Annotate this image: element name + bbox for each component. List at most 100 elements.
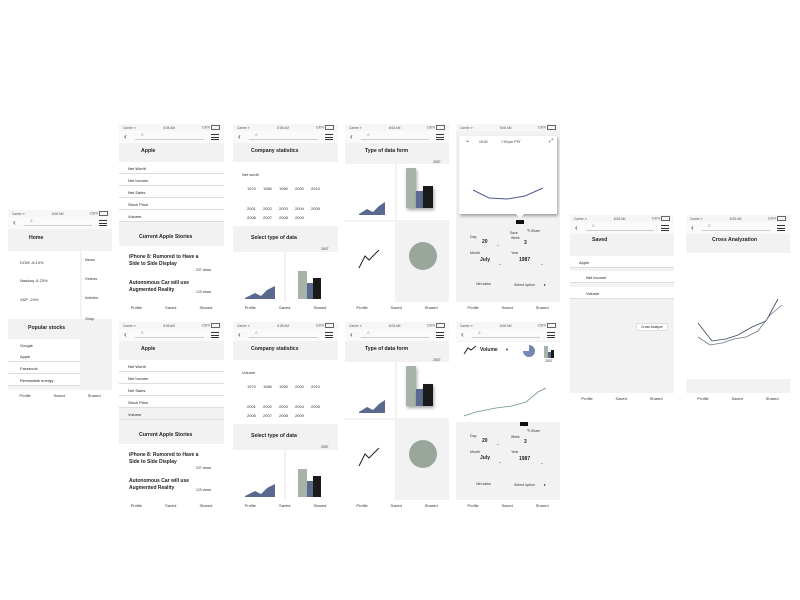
- tab-saved[interactable]: Saved: [279, 503, 290, 508]
- tab-profile[interactable]: Profile: [697, 396, 708, 401]
- tab-shared[interactable]: Shared: [200, 305, 213, 310]
- tab-shared[interactable]: Shared: [314, 305, 327, 310]
- link-shop[interactable]: Shop: [85, 316, 94, 321]
- tab-profile[interactable]: Profile: [581, 396, 592, 401]
- search-input[interactable]: [361, 135, 429, 140]
- story-headline[interactable]: Autonomous Car will use Augmented Realit…: [129, 478, 199, 492]
- back-icon[interactable]: ‹: [461, 331, 464, 339]
- tab-shared[interactable]: Shared: [314, 503, 327, 508]
- back-icon[interactable]: ‹: [350, 133, 353, 141]
- link-articles[interactable]: Articles: [85, 295, 98, 300]
- link-videos[interactable]: Videos: [85, 276, 97, 281]
- tab-saved[interactable]: Saved: [391, 305, 402, 310]
- tab-shared[interactable]: Shared: [425, 503, 438, 508]
- menu-icon[interactable]: [99, 220, 107, 228]
- chevron-down-icon[interactable]: ⌄: [496, 242, 499, 247]
- back-icon[interactable]: ‹: [13, 219, 16, 227]
- bar-chart-option[interactable]: [286, 252, 338, 302]
- stock-row[interactable]: Apple: [8, 350, 80, 362]
- stock-row[interactable]: Facebook: [8, 362, 80, 374]
- tab-saved[interactable]: Saved: [391, 503, 402, 508]
- search-input[interactable]: [135, 333, 204, 338]
- share-label[interactable]: Share: [531, 429, 540, 433]
- story-headline[interactable]: Autonomous Car will use Augmented Realit…: [129, 280, 199, 294]
- chevron-down-icon[interactable]: ⌄: [540, 460, 543, 465]
- tab-saved[interactable]: Saved: [616, 396, 627, 401]
- story-headline[interactable]: iPhone 8: Rumored to Have a Side to Side…: [129, 452, 199, 466]
- tab-saved[interactable]: Saved: [165, 503, 176, 508]
- chevron-down-icon[interactable]: ⌄: [496, 441, 499, 446]
- tab-profile[interactable]: Profile: [467, 305, 478, 310]
- day-value[interactable]: 20: [482, 239, 488, 245]
- tab-saved[interactable]: Saved: [502, 305, 513, 310]
- metric-row[interactable]: Net Sales: [119, 384, 224, 396]
- metric-row[interactable]: Stock Price: [119, 396, 224, 408]
- metric-row[interactable]: Net Sales: [119, 186, 224, 198]
- metric-row[interactable]: Net Worth: [119, 162, 224, 174]
- back-icon[interactable]: ‹: [238, 331, 241, 339]
- year-value[interactable]: 1987: [519, 257, 530, 263]
- story-headline[interactable]: iPhone 8: Rumored to Have a Side to Side…: [129, 254, 199, 268]
- index-nasdaq[interactable]: Nasdaq -8.23%: [20, 278, 48, 283]
- metric-row[interactable]: Net Income: [119, 372, 224, 384]
- search-input[interactable]: [249, 333, 318, 338]
- menu-icon[interactable]: [211, 332, 219, 340]
- tab-profile[interactable]: Profile: [356, 503, 367, 508]
- metric-row-selected[interactable]: Volume: [119, 408, 224, 420]
- tab-shared[interactable]: Shared: [88, 393, 101, 398]
- pie-chart-option[interactable]: [397, 420, 449, 500]
- tab-saved[interactable]: Saved: [54, 393, 65, 398]
- bar-chart-option[interactable]: [286, 450, 338, 500]
- play-icon[interactable]: ▸: [544, 482, 546, 487]
- menu-icon[interactable]: [547, 332, 555, 340]
- area-chart-option[interactable]: [233, 450, 284, 500]
- bar-chart-option[interactable]: [397, 164, 449, 220]
- saved-item[interactable]: Apple: [570, 256, 674, 268]
- area-chart-option[interactable]: [345, 164, 395, 220]
- back-icon[interactable]: ‹: [238, 133, 241, 141]
- line-chart-option[interactable]: [345, 420, 395, 500]
- line-chart-option[interactable]: [345, 222, 395, 302]
- chevron-down-icon[interactable]: ⌄: [498, 261, 501, 266]
- search-input[interactable]: [135, 135, 204, 140]
- index-sp[interactable]: S&P -24%: [20, 297, 38, 302]
- back-icon[interactable]: ‹: [124, 133, 127, 141]
- cross-analyze-button[interactable]: Cross Analyze: [636, 323, 668, 331]
- area-chart-option[interactable]: [345, 362, 395, 418]
- tab-saved[interactable]: Saved: [165, 305, 176, 310]
- back-icon[interactable]: ‹: [575, 224, 578, 232]
- bar-chart-option[interactable]: [397, 362, 449, 418]
- save-label[interactable]: Save: [510, 231, 518, 235]
- metric-row[interactable]: Net Income: [119, 174, 224, 186]
- back-icon[interactable]: ‹: [691, 224, 694, 232]
- tab-shared[interactable]: Shared: [536, 503, 549, 508]
- saved-item[interactable]: Net income: [570, 271, 674, 283]
- tab-saved[interactable]: Saved: [279, 305, 290, 310]
- tab-shared[interactable]: Shared: [536, 305, 549, 310]
- play-icon[interactable]: ▸: [544, 282, 546, 287]
- tab-saved[interactable]: Saved: [732, 396, 743, 401]
- tab-profile[interactable]: Profile: [131, 503, 142, 508]
- pie-chart-option[interactable]: [397, 222, 449, 302]
- search-input[interactable]: [249, 135, 318, 140]
- search-input[interactable]: [586, 226, 654, 231]
- metric-row[interactable]: Volume: [119, 210, 224, 222]
- tab-profile[interactable]: Profile: [19, 393, 30, 398]
- metric-row[interactable]: Stock Price: [119, 198, 224, 210]
- menu-icon[interactable]: [211, 134, 219, 142]
- week-value[interactable]: 3: [524, 439, 527, 445]
- saved-item[interactable]: Volume: [570, 287, 674, 299]
- index-dow[interactable]: DOW -8.19%: [20, 260, 44, 265]
- back-icon[interactable]: ‹: [124, 331, 127, 339]
- month-value[interactable]: July: [480, 455, 490, 461]
- back-icon[interactable]: ‹: [350, 331, 353, 339]
- tab-shared[interactable]: Shared: [650, 396, 663, 401]
- search-input[interactable]: [702, 226, 770, 231]
- chevron-down-icon[interactable]: ⌄: [498, 459, 501, 464]
- search-input[interactable]: [361, 333, 429, 338]
- chart-popup[interactable]: ⌄ 15:00 7:00 pm PST ⤢: [459, 136, 557, 214]
- stock-row[interactable]: Renewable energy: [8, 374, 80, 386]
- tab-profile[interactable]: Profile: [245, 305, 256, 310]
- search-input[interactable]: [24, 221, 92, 226]
- menu-icon[interactable]: [325, 134, 333, 142]
